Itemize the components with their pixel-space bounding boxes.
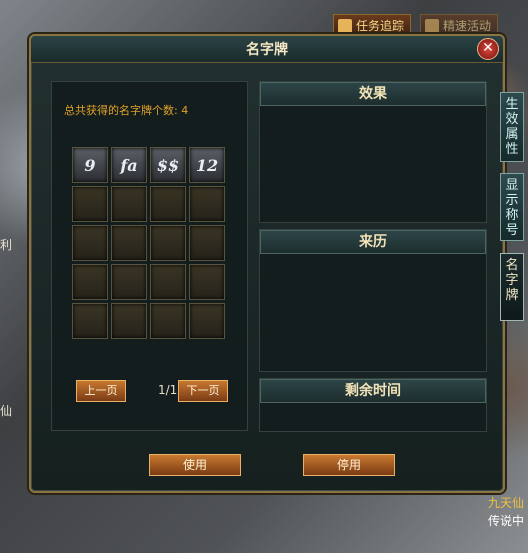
empty-slot[interactable]: [150, 303, 186, 339]
origin-header: 来历: [260, 230, 486, 254]
page-indicator: 1/1: [158, 383, 178, 397]
background-text-left-2: 仙: [0, 404, 13, 418]
window-title: 名字牌: [246, 42, 288, 58]
empty-slot[interactable]: [189, 264, 225, 300]
effect-header: 效果: [260, 82, 486, 106]
name-plate-glyph: $$: [156, 155, 180, 175]
empty-slot[interactable]: [72, 264, 108, 300]
empty-slot[interactable]: [72, 186, 108, 222]
effect-section: 效果: [259, 81, 487, 223]
title-bar: 名字牌 ✕: [31, 36, 503, 63]
name-plate-window: 名字牌 ✕ 总共获得的名字牌个数: 4 9 fa $$ 12 上一页 1/1 下…: [29, 34, 505, 493]
background-text-right-2: 传说中: [488, 514, 525, 528]
remaining-time-header: 剩余时间: [260, 379, 486, 403]
tab-active-attributes[interactable]: 生效属性: [500, 92, 524, 162]
use-button[interactable]: 使用: [149, 454, 241, 476]
quest-icon: [338, 19, 352, 33]
empty-slot[interactable]: [111, 264, 147, 300]
name-plate-list-panel: 总共获得的名字牌个数: 4 9 fa $$ 12 上一页 1/1 下一页: [51, 81, 248, 431]
empty-slot[interactable]: [189, 303, 225, 339]
origin-section: 来历: [259, 229, 487, 372]
empty-slot[interactable]: [189, 225, 225, 261]
empty-slot[interactable]: [189, 186, 225, 222]
name-plate-slot[interactable]: fa: [111, 147, 147, 183]
name-plate-slot[interactable]: 9: [72, 147, 108, 183]
close-button[interactable]: ✕: [477, 38, 499, 60]
empty-slot[interactable]: [111, 225, 147, 261]
quest-tracking-label: 任务追踪: [356, 19, 405, 33]
empty-slot[interactable]: [111, 186, 147, 222]
name-plate-glyph: 12: [195, 155, 219, 175]
empty-slot[interactable]: [150, 186, 186, 222]
tab-display-title[interactable]: 显示称号: [500, 173, 524, 241]
background-text-left-1: 利: [0, 238, 13, 252]
close-icon: ✕: [482, 40, 494, 56]
background-text-right-1: 九天仙: [488, 496, 525, 510]
remaining-time-section: 剩余时间: [259, 378, 487, 432]
name-plate-grid: 9 fa $$ 12: [72, 147, 225, 339]
quest-other-label: 精速活动: [443, 19, 492, 33]
name-plate-glyph: fa: [120, 155, 138, 175]
prev-page-button[interactable]: 上一页: [76, 380, 126, 402]
empty-slot[interactable]: [111, 303, 147, 339]
next-page-button[interactable]: 下一页: [178, 380, 228, 402]
empty-slot[interactable]: [72, 225, 108, 261]
empty-slot[interactable]: [72, 303, 108, 339]
empty-slot[interactable]: [150, 225, 186, 261]
name-plate-slot[interactable]: $$: [150, 147, 186, 183]
empty-slot[interactable]: [150, 264, 186, 300]
disable-button[interactable]: 停用: [303, 454, 395, 476]
name-plate-count: 总共获得的名字牌个数: 4: [64, 104, 189, 117]
event-icon: [425, 19, 439, 33]
name-plate-slot[interactable]: 12: [189, 147, 225, 183]
name-plate-glyph: 9: [84, 155, 96, 175]
tab-name-plate[interactable]: 名字牌: [500, 253, 524, 321]
